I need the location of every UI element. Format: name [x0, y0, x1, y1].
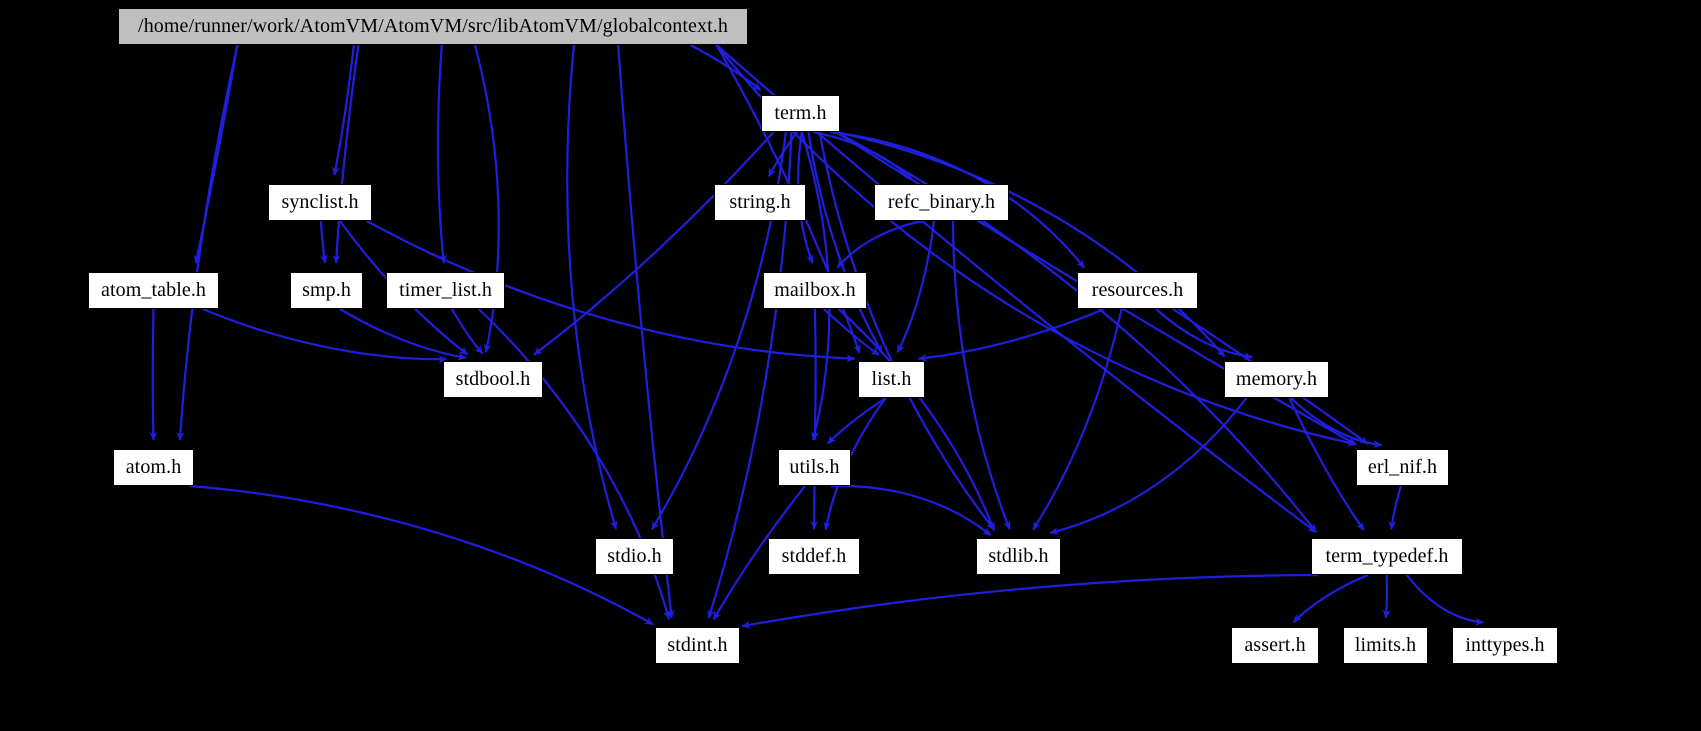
graph-node-label: smp.h: [302, 278, 351, 301]
graph-node-timer_list[interactable]: timer_list.h: [386, 272, 505, 309]
graph-node-label: atom_table.h: [100, 278, 207, 301]
graph-node-utils[interactable]: utils.h: [778, 449, 851, 486]
graph-node-stdbool[interactable]: stdbool.h: [443, 361, 543, 398]
graph-node-label: limits.h: [1354, 633, 1417, 656]
graph-node-smp[interactable]: smp.h: [290, 272, 363, 309]
graph-node-limits[interactable]: limits.h: [1343, 627, 1428, 664]
graph-node-label: inttypes.h: [1465, 633, 1545, 656]
graph-node-string[interactable]: string.h: [714, 184, 806, 221]
graph-node-label: assert.h: [1244, 633, 1306, 656]
graph-node-stdint[interactable]: stdint.h: [655, 627, 740, 664]
graph-node-stdio[interactable]: stdio.h: [595, 538, 674, 575]
graph-node-stdlib[interactable]: stdlib.h: [976, 538, 1061, 575]
graph-node-label: stddef.h: [781, 544, 847, 567]
graph-node-label: synclist.h: [281, 190, 359, 213]
graph-node-label: refc_binary.h: [887, 190, 996, 213]
graph-node-resources[interactable]: resources.h: [1077, 272, 1198, 309]
graph-node-term_typedef[interactable]: term_typedef.h: [1311, 538, 1463, 575]
graph-node-label: memory.h: [1235, 367, 1318, 390]
graph-node-label: stdlib.h: [988, 544, 1049, 567]
graph-node-label: string.h: [729, 190, 791, 213]
graph-node-label: stdio.h: [607, 544, 662, 567]
include-dependency-graph: /home/runner/work/AtomVM/AtomVM/src/libA…: [0, 0, 1701, 731]
node-layer: /home/runner/work/AtomVM/AtomVM/src/libA…: [0, 0, 1701, 731]
graph-node-memory[interactable]: memory.h: [1224, 361, 1329, 398]
graph-node-label: stdint.h: [667, 633, 728, 656]
graph-node-erl_nif[interactable]: erl_nif.h: [1356, 449, 1449, 486]
graph-node-refc_binary[interactable]: refc_binary.h: [874, 184, 1009, 221]
graph-node-label: term.h: [774, 101, 827, 124]
graph-node-atom[interactable]: atom.h: [113, 449, 194, 486]
graph-node-synclist[interactable]: synclist.h: [268, 184, 372, 221]
graph-node-label: stdbool.h: [455, 367, 531, 390]
graph-node-label: /home/runner/work/AtomVM/AtomVM/src/libA…: [138, 14, 728, 37]
graph-node-mailbox[interactable]: mailbox.h: [763, 272, 867, 309]
graph-node-stddef[interactable]: stddef.h: [768, 538, 860, 575]
graph-node-label: mailbox.h: [774, 278, 856, 301]
graph-node-label: atom.h: [125, 455, 182, 478]
graph-node-term[interactable]: term.h: [761, 95, 840, 132]
graph-node-inttypes[interactable]: inttypes.h: [1452, 627, 1558, 664]
graph-node-label: list.h: [871, 367, 912, 390]
graph-node-label: term_typedef.h: [1325, 544, 1449, 567]
graph-node-list[interactable]: list.h: [858, 361, 925, 398]
graph-node-label: timer_list.h: [399, 278, 492, 301]
graph-node-label: resources.h: [1091, 278, 1184, 301]
graph-node-label: erl_nif.h: [1367, 455, 1438, 478]
graph-node-label: utils.h: [789, 455, 840, 478]
graph-node-globalcontext[interactable]: /home/runner/work/AtomVM/AtomVM/src/libA…: [118, 8, 748, 45]
graph-node-atom_table[interactable]: atom_table.h: [88, 272, 219, 309]
graph-node-assert[interactable]: assert.h: [1231, 627, 1319, 664]
